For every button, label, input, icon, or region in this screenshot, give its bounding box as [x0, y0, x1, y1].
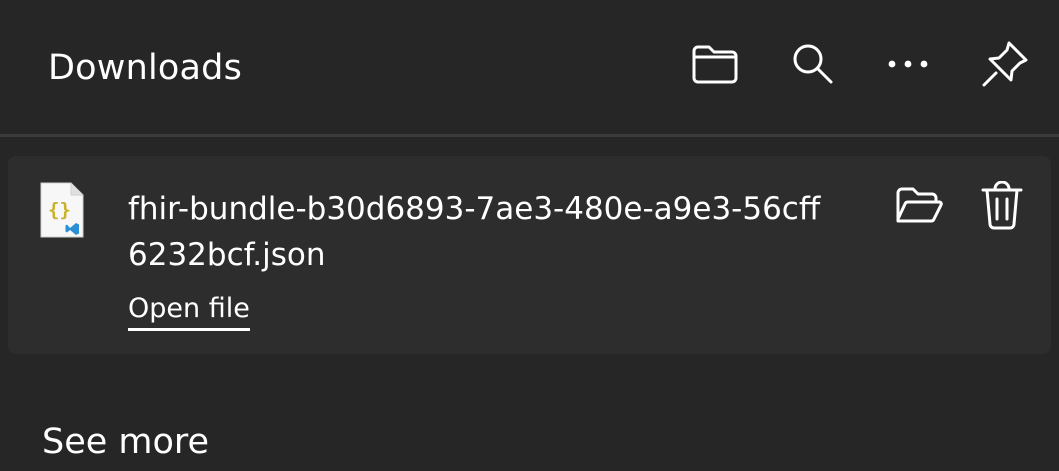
folder-open-icon [896, 187, 943, 223]
folder-icon [692, 45, 738, 84]
svg-text:{}: {} [48, 199, 71, 221]
json-file-icon: {} [40, 182, 84, 238]
trash-icon [981, 181, 1023, 230]
downloads-header: Downloads [0, 0, 1059, 134]
open-file-link[interactable]: Open file [128, 292, 250, 331]
pin-panel-button[interactable] [977, 36, 1033, 92]
pin-icon [982, 41, 1028, 87]
header-divider [0, 134, 1059, 137]
search-icon [793, 44, 833, 84]
delete-download-button[interactable] [974, 178, 1030, 234]
open-downloads-folder-button[interactable] [687, 36, 743, 92]
show-in-folder-button[interactable] [891, 178, 947, 234]
downloads-panel: Downloads {} fhir-bundle-b30d6893-7ae3-4… [0, 0, 1059, 471]
download-item[interactable]: {} fhir-bundle-b30d6893-7ae3-480e-a9e3-5… [8, 156, 1051, 354]
more-icon [888, 60, 928, 68]
file-name: fhir-bundle-b30d6893-7ae3-480e-a9e3-56cf… [128, 191, 821, 273]
see-more-link[interactable]: See more [42, 420, 209, 464]
search-downloads-button[interactable] [784, 36, 840, 92]
panel-title: Downloads [48, 48, 243, 88]
more-options-button[interactable] [880, 36, 936, 92]
